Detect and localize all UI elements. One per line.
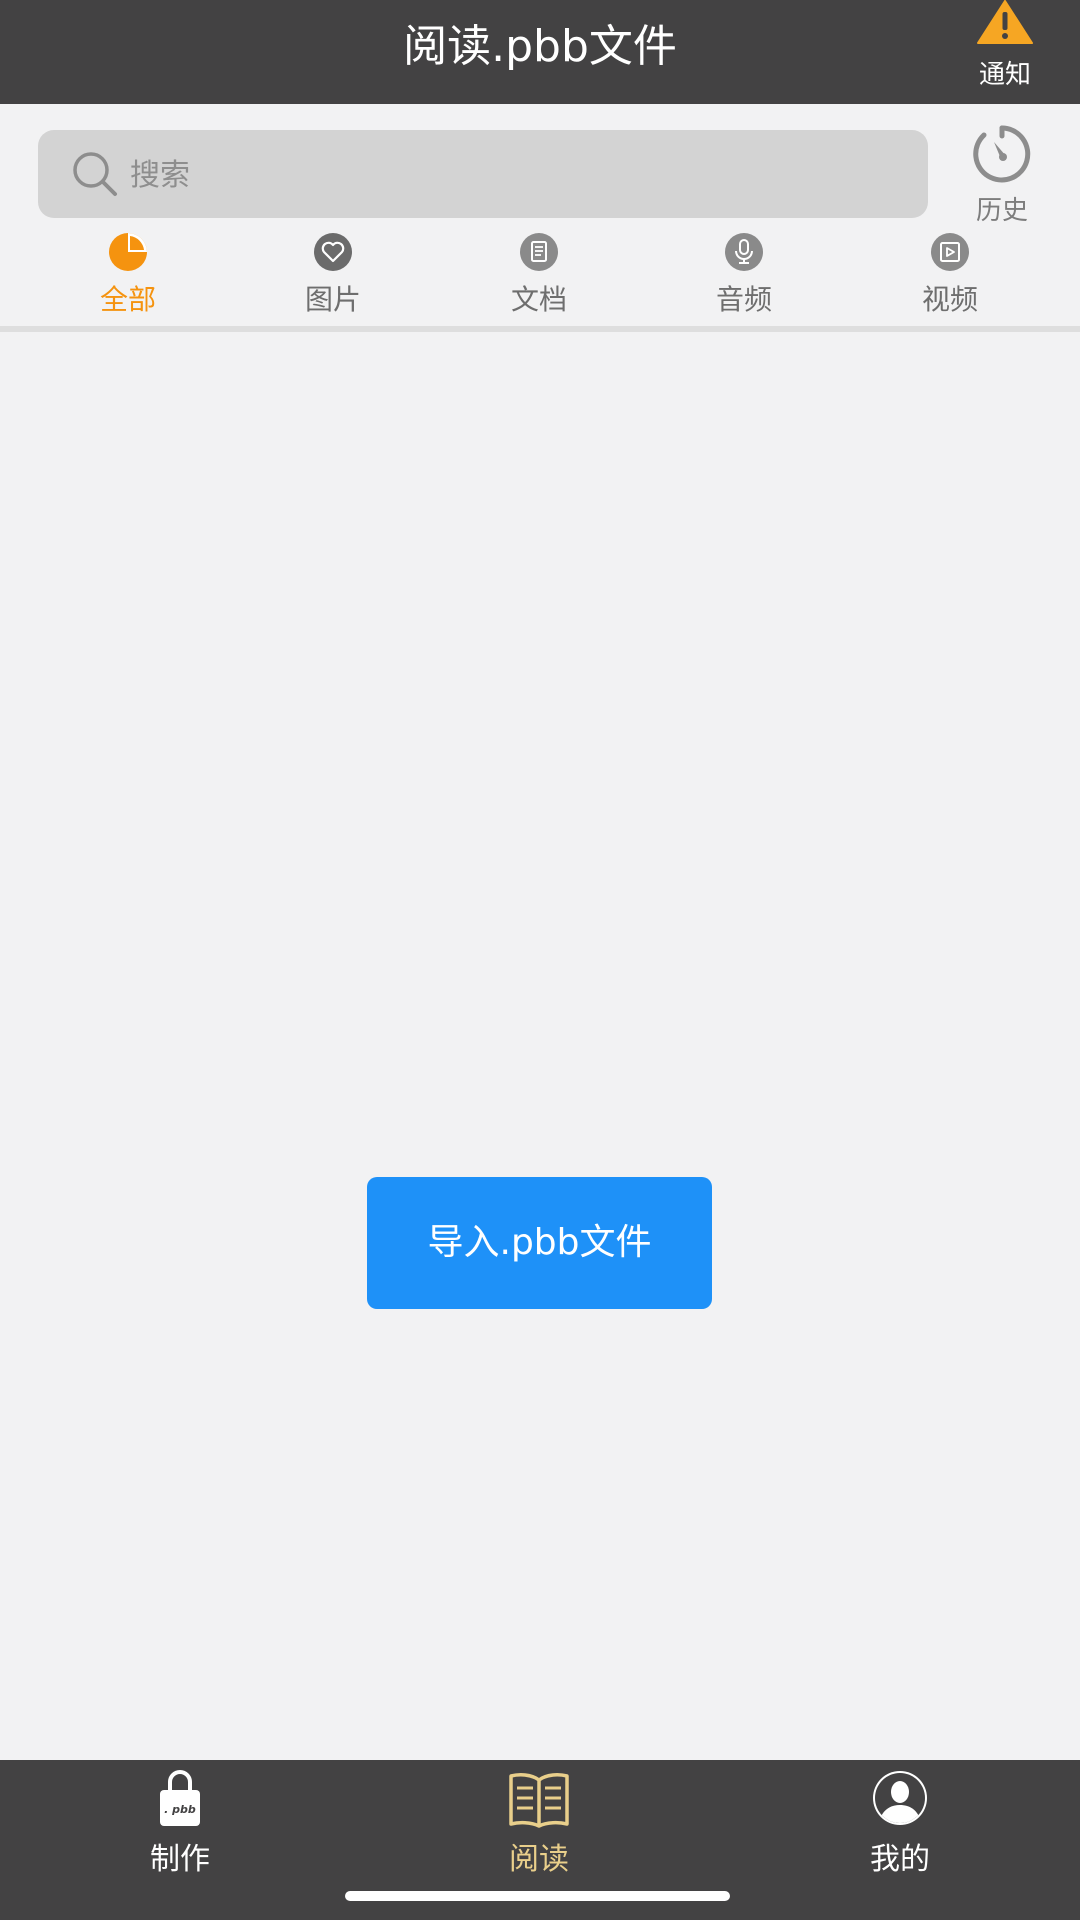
top-header: 阅读.pbb文件 通知: [0, 0, 1080, 104]
search-icon: [73, 152, 117, 196]
user-avatar-icon: [873, 1771, 927, 1825]
microphone-icon: [725, 233, 763, 271]
history-button[interactable]: 历史: [960, 122, 1044, 227]
tab-label: 音频: [715, 283, 772, 316]
tabs-divider: [0, 326, 1080, 332]
notify-button[interactable]: 通知: [960, 0, 1050, 104]
app-root: 阅读.pbb文件 通知 历史: [0, 0, 1080, 1920]
import-pbb-button[interactable]: 导入.pbb文件: [367, 1177, 712, 1309]
home-indicator: [345, 1891, 730, 1901]
nav-label: 我的: [870, 1842, 930, 1877]
video-icon: [931, 233, 969, 271]
tab-all[interactable]: 全部: [68, 232, 188, 318]
tab-video[interactable]: 视频: [890, 232, 1010, 318]
open-book-icon: [509, 1773, 569, 1828]
tab-label: 全部: [99, 283, 156, 316]
search-input[interactable]: [128, 130, 912, 220]
nav-make[interactable]: . pbb 制作: [100, 1768, 260, 1878]
timer-icon: [973, 125, 1031, 183]
lock-pbb-icon: . pbb: [160, 1770, 200, 1826]
document-icon: [520, 233, 558, 271]
nav-read[interactable]: 阅读: [459, 1768, 619, 1878]
warning-icon: [977, 0, 1033, 44]
tab-images[interactable]: 图片: [273, 232, 393, 318]
notify-label: 通知: [978, 60, 1031, 90]
pie-chart-icon: [109, 233, 147, 271]
nav-mine[interactable]: 我的: [820, 1768, 980, 1878]
page-title: 阅读.pbb文件: [403, 21, 677, 72]
history-label: 历史: [975, 196, 1028, 226]
tab-label: 图片: [304, 283, 361, 316]
lock-badge-text: . pbb: [164, 1803, 196, 1816]
nav-label: 阅读: [509, 1842, 569, 1877]
tab-label: 视频: [921, 283, 978, 316]
nav-label: 制作: [150, 1842, 210, 1877]
tab-documents[interactable]: 文档: [479, 232, 599, 318]
heart-icon: [314, 233, 352, 271]
tab-audio[interactable]: 音频: [684, 232, 804, 318]
search-box[interactable]: [38, 130, 928, 220]
category-tabs: 全部 图片 文档 音频 视频: [0, 232, 1080, 322]
tab-label: 文档: [510, 283, 567, 316]
